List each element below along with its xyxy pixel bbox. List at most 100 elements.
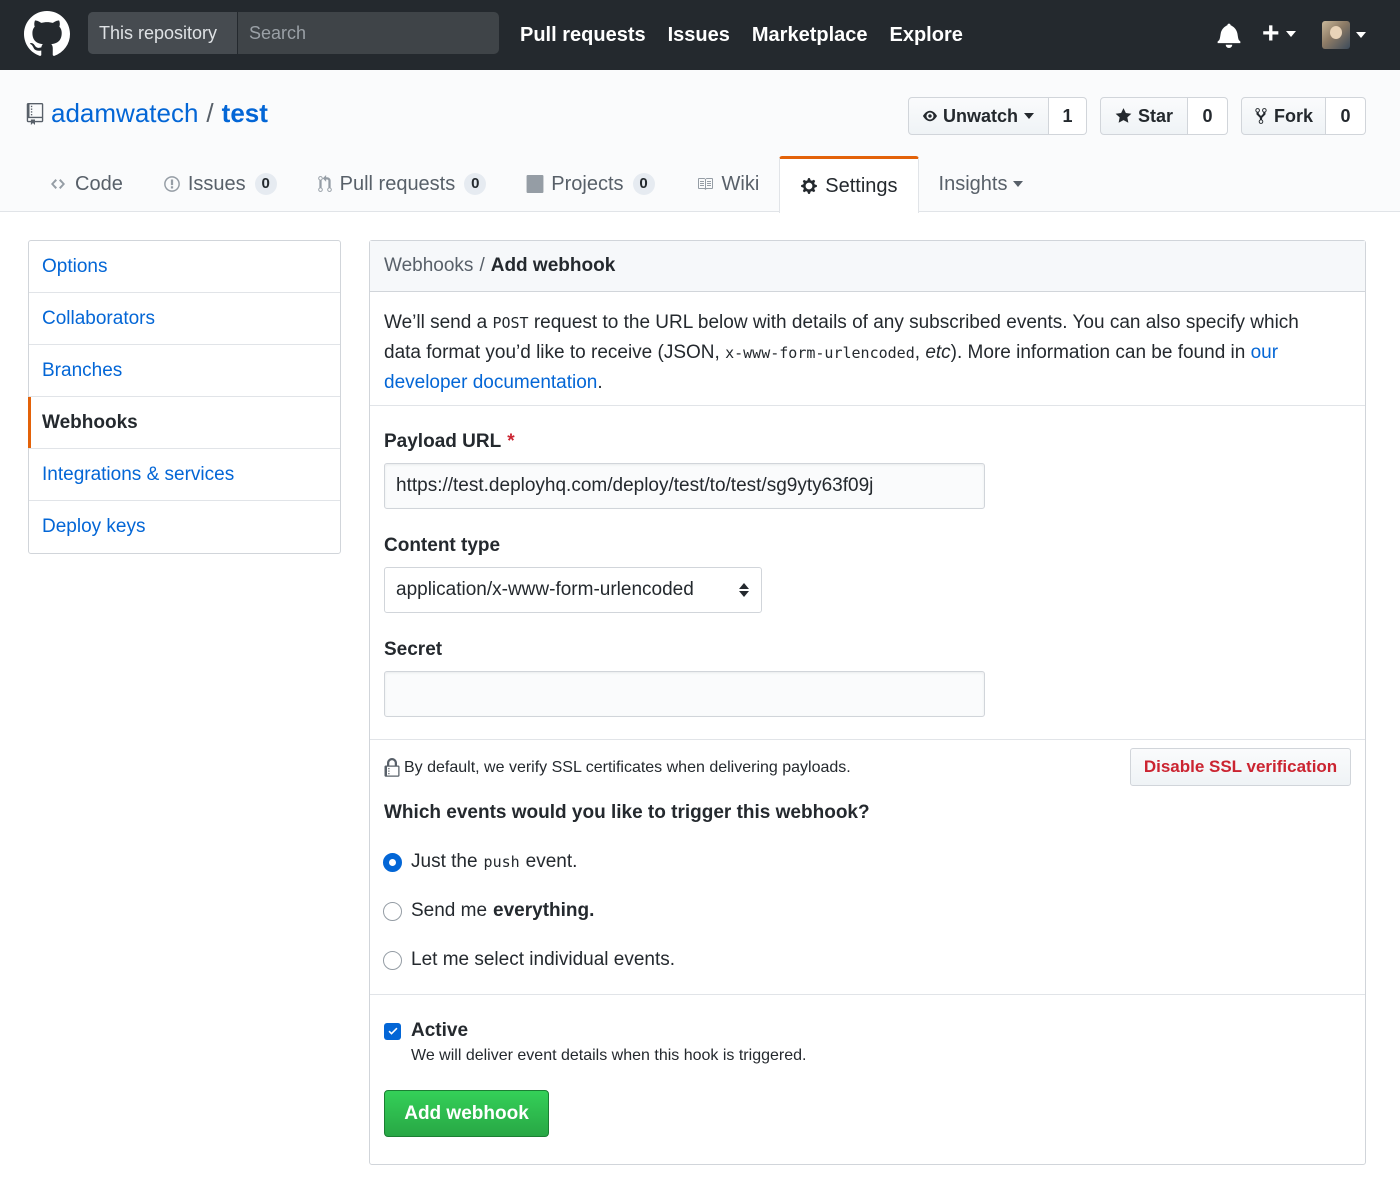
search-input[interactable] [238,12,499,54]
unwatch-button[interactable]: Unwatch [908,97,1049,135]
payload-url-label-text: Payload URL [384,431,502,452]
tab-wiki[interactable]: Wiki [675,156,780,212]
payload-url-input[interactable] [384,463,985,509]
intro-etc: etc [925,342,951,363]
repository-nav: Code Issues 0 Pull requests 0 Projects 0… [28,156,1044,213]
header-search: This repository [88,12,499,54]
breadcrumb-webhooks-link[interactable]: Webhooks [384,255,473,277]
intro-text: We’ll send a POST request to the URL bel… [370,292,1365,406]
repository-header: adamwatech / test Unwatch 1 Star 0 Fork … [0,70,1400,213]
issue-opened-icon [163,176,180,192]
nav-explore[interactable]: Explore [890,24,963,47]
nav-issues[interactable]: Issues [668,24,730,47]
tab-insights-label: Insights [938,172,1008,195]
fork-group: Fork 0 [1241,97,1366,135]
tab-projects-label: Projects [551,172,624,195]
chevron-down-icon [1013,181,1024,187]
eye-icon [923,110,937,122]
intro-part3: , [914,342,926,363]
repo-path-separator: / [206,98,214,128]
disable-ssl-button[interactable]: Disable SSL verification [1130,748,1351,786]
intro-part1: We’ll send a [384,312,493,333]
sidebar-item-collaborators[interactable]: Collaborators [29,293,340,345]
add-webhook-button[interactable]: Add webhook [384,1090,549,1137]
tab-projects[interactable]: Projects 0 [506,156,674,212]
secret-input[interactable] [384,671,985,717]
content-type-label: Content type [384,535,501,556]
sidebar-item-deploy-keys[interactable]: Deploy keys [29,501,340,553]
repository-title: adamwatech / test [26,98,268,129]
book-icon [697,178,713,190]
chevron-down-icon [1285,31,1296,37]
radio-individual[interactable]: Let me select individual events. [383,949,675,971]
active-note: We will deliver event details when this … [411,1047,807,1064]
notifications-bell-icon[interactable] [1216,22,1242,48]
radio-everything[interactable]: Send me everything. [383,900,594,922]
github-logo-icon[interactable] [24,11,70,57]
radio-push-only-pre: Just the [411,851,478,872]
chevron-down-icon [1356,32,1366,38]
avatar [1322,21,1350,49]
sidebar-item-integrations[interactable]: Integrations & services [29,449,340,501]
section-divider [370,994,1365,995]
sidebar-item-webhooks[interactable]: Webhooks [28,397,340,449]
pull-request-icon [317,175,332,192]
radio-push-only-input[interactable] [383,852,402,872]
ssl-note-text: By default, we verify SSL certificates w… [404,759,851,776]
nav-marketplace[interactable]: Marketplace [752,24,868,47]
star-button[interactable]: Star [1100,97,1188,135]
project-icon [526,175,544,193]
content-type-select[interactable]: application/x-www-form-urlencoded [384,567,762,613]
breadcrumb-separator: / [479,255,485,276]
page-title: Add webhook [490,255,616,276]
tab-pull-requests-label: Pull requests [339,172,456,195]
radio-everything-bold: everything. [493,900,595,921]
watch-group: Unwatch 1 [908,97,1087,135]
intro-code-post: POST [492,314,529,332]
radio-push-only-code: push [483,853,520,871]
select-arrows-icon [739,583,749,597]
search-scope-label: This repository [88,12,238,54]
header-nav: Pull requests Issues Marketplace Explore [520,0,985,70]
tab-code[interactable]: Code [28,156,143,212]
create-new-dropdown[interactable]: + [1262,17,1296,50]
plus-icon: + [1262,17,1280,50]
webhook-fields: Payload URL* Content type application/x-… [370,406,1365,740]
sidebar-item-branches[interactable]: Branches [29,345,340,397]
chevron-down-icon [1024,113,1034,119]
tab-settings[interactable]: Settings [779,156,919,213]
sidebar-item-options[interactable]: Options [29,241,340,293]
settings-sidebar: Options Collaborators Branches Webhooks … [28,240,341,554]
radio-everything-pre: Send me [411,900,488,921]
nav-pull-requests[interactable]: Pull requests [520,24,646,47]
star-group: Star 0 [1100,97,1228,135]
user-menu-dropdown[interactable] [1322,21,1366,49]
radio-push-only-post: event. [525,851,578,872]
star-count[interactable]: 0 [1188,97,1228,135]
star-label: Star [1137,105,1173,126]
secret-label: Secret [384,639,443,660]
tab-issues[interactable]: Issues 0 [143,156,297,212]
pulls-counter: 0 [464,173,487,195]
tab-insights[interactable]: Insights [919,156,1044,212]
watch-count[interactable]: 1 [1049,97,1087,135]
gear-icon [801,178,818,194]
fork-count[interactable]: 0 [1326,97,1366,135]
fork-icon [1255,108,1267,124]
required-mark: * [507,431,515,452]
fork-button[interactable]: Fork [1241,97,1326,135]
repo-owner-link[interactable]: adamwatech [51,98,198,129]
unlock-icon [384,758,400,777]
radio-everything-input[interactable] [383,901,402,921]
events-question: Which events would you like to trigger t… [384,802,870,823]
active-checkbox-row[interactable]: Active [384,1020,468,1042]
repo-book-icon [26,102,44,125]
radio-push-only[interactable]: Just the push event. [383,851,577,873]
payload-url-label: Payload URL * [384,431,515,453]
tab-pull-requests[interactable]: Pull requests 0 [297,156,507,212]
intro-part4: ). More information can be found in [950,342,1251,363]
radio-individual-input[interactable] [383,950,402,970]
active-checkbox[interactable] [384,1022,401,1040]
code-icon [51,179,65,189]
repo-name-link[interactable]: test [222,98,268,129]
